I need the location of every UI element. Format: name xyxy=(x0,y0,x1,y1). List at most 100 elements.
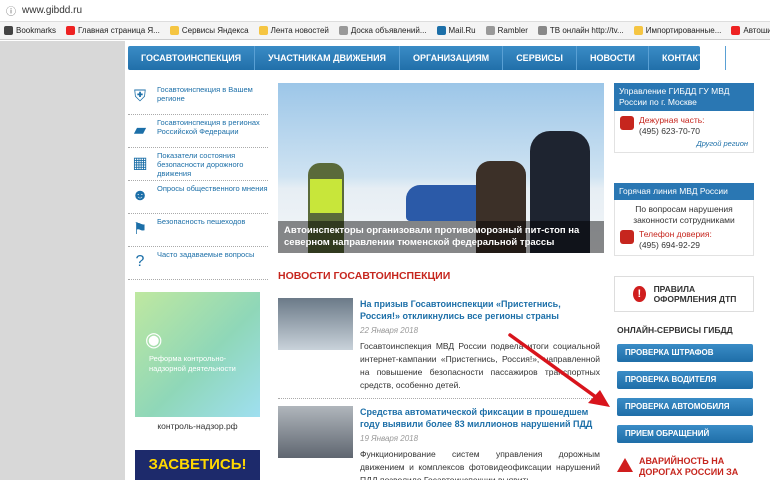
sidebar-item[interactable]: ⚑ Безопасность пешеходов xyxy=(128,214,268,247)
sidebar-item[interactable]: ▦ Показатели состояния безопасности дорож… xyxy=(128,148,268,181)
hero-officer-vest xyxy=(310,179,342,213)
bookmark-icon xyxy=(633,26,643,35)
moscow-contacts-heading[interactable]: Управление ГИБДД ГУ МВД России по г. Мос… xyxy=(614,83,754,111)
warning-triangle-icon xyxy=(617,458,633,472)
appeals-button[interactable]: ПРИЕМ ОБРАЩЕНИЙ xyxy=(617,425,753,443)
check-vehicle-button[interactable]: ПРОВЕРКА АВТОМОБИЛЯ xyxy=(617,398,753,416)
hotline-heading[interactable]: Горячая линия МВД России xyxy=(614,183,754,200)
bookmark-label: Главная страница Я... xyxy=(78,26,160,35)
duty-phone: (495) 623-70-70 xyxy=(639,126,700,136)
bookmark-item[interactable]: Rambler xyxy=(485,26,528,35)
check-driver-button[interactable]: ПРОВЕРКА ВОДИТЕЛЯ xyxy=(617,371,753,389)
sidebar-item-label: Госавтоинспекция в регионах Российской Ф… xyxy=(157,118,260,136)
bookmark-item[interactable]: ТВ онлайн http://tv... xyxy=(537,26,624,35)
bookmark-icon xyxy=(731,26,741,35)
people-icon: ☻ xyxy=(131,187,149,204)
check-fines-button[interactable]: ПРОВЕРКА ШТРАФОВ xyxy=(617,344,753,362)
news-date: 22 Января 2018 xyxy=(360,326,419,335)
news-title[interactable]: Средства автоматической фиксации в проше… xyxy=(360,406,600,430)
bookmark-label: Автошины | Кули... xyxy=(743,26,770,35)
accident-rules-label: ПРАВИЛА ОФОРМЛЕНИЯ ДТП xyxy=(653,284,737,304)
bookmark-label: Лента новостей xyxy=(270,26,329,35)
nav-item[interactable]: НОВОСТИ xyxy=(577,46,650,70)
bookmark-item[interactable]: Сервисы Яндекса xyxy=(169,26,249,35)
phone-icon xyxy=(620,230,634,244)
question-icon: ? xyxy=(135,253,145,270)
accident-stats-block[interactable]: АВАРИЙНОСТЬ НА ДОРОГАХ РОССИИ ЗА xyxy=(617,456,759,478)
bookmark-item[interactable]: Автошины | Кули... xyxy=(731,26,770,35)
stats-icon: ▦ xyxy=(132,155,148,172)
news-item: Средства автоматической фиксации в проше… xyxy=(278,406,600,480)
bookmark-icon xyxy=(338,26,348,35)
bookmark-label: Доска объявлений... xyxy=(350,26,427,35)
news-date: 19 Января 2018 xyxy=(360,434,419,443)
news-thumbnail[interactable] xyxy=(278,298,353,350)
bookmark-item[interactable]: Главная страница Я... xyxy=(66,26,160,35)
bookmark-icon xyxy=(66,26,76,35)
sidebar-item[interactable]: ? Часто задаваемые вопросы xyxy=(128,247,268,280)
url-text[interactable]: www.gibdd.ru xyxy=(22,5,82,16)
sidebar-item-label: Показатели состояния безопасности дорожн… xyxy=(157,151,244,178)
accident-stats-label: АВАРИЙНОСТЬ НА ДОРОГАХ РОССИИ ЗА xyxy=(639,456,739,477)
news-body: Госавтоинспекция МВД России подвела итог… xyxy=(360,341,600,390)
bookmark-label: Импортированные... xyxy=(645,26,722,35)
promo-banner-reform[interactable]: ◉ Реформа контрольно-надзорной деятельно… xyxy=(135,292,260,417)
sidebar-item-label: Госавтоинспекция в Вашем регионе xyxy=(157,85,253,103)
alert-icon: ! xyxy=(633,286,646,302)
news-title[interactable]: На призыв Госавтоинспекции «Пристегнись,… xyxy=(360,298,600,322)
bookmark-item[interactable]: Доска объявлений... xyxy=(338,26,427,35)
moscow-contacts-block: Управление ГИБДД ГУ МВД России по г. Мос… xyxy=(614,83,754,153)
other-region-link[interactable]: Другой регион xyxy=(620,139,748,148)
nav-item[interactable]: КОНТАКТЫ xyxy=(649,46,727,70)
eye-icon: ◉ xyxy=(145,329,163,351)
hotline-text: По вопросам нарушения законности сотрудн… xyxy=(633,204,735,225)
news-body: Функционирование систем управления дорож… xyxy=(360,449,600,480)
news-section-heading: НОВОСТИ ГОСАВТОИНСПЕКЦИИ xyxy=(278,270,451,282)
star-icon xyxy=(4,26,13,35)
russia-map-icon: ▰ xyxy=(133,122,147,139)
sidebar-item[interactable]: ▰ Госавтоинспекция в регионах Российской … xyxy=(128,115,268,148)
news-item: На призыв Госавтоинспекции «Пристегнись,… xyxy=(278,298,600,398)
bookmark-item[interactable]: Mail.Ru xyxy=(436,26,476,35)
nav-item[interactable]: ОРГАНИЗАЦИЯМ xyxy=(400,46,504,70)
hero-caption[interactable]: Автоинспекторы организовали противомороз… xyxy=(278,221,604,253)
phone-icon xyxy=(620,116,634,130)
duty-label: Дежурная часть: xyxy=(639,115,705,125)
accident-rules-button[interactable]: ! ПРАВИЛА ОФОРМЛЕНИЯ ДТП xyxy=(614,276,754,312)
promo-banner-zasvetis[interactable]: ЗАСВЕТИСЬ! xyxy=(135,450,260,480)
news-divider xyxy=(278,398,598,399)
left-sidebar: ⛨ Госавтоинспекция в Вашем регионе ▰ Госавт… xyxy=(128,82,268,280)
sidebar-item-label: Часто задаваемые вопросы xyxy=(157,250,255,259)
sidebar-item[interactable]: ⛨ Госавтоинспекция в Вашем регионе xyxy=(128,82,268,115)
emblem-icon: ⛨ xyxy=(133,88,146,105)
trust-phone: (495) 694-92-29 xyxy=(639,240,700,250)
news-thumbnail[interactable] xyxy=(278,406,353,458)
bookmark-icon xyxy=(537,26,547,35)
pedestrian-icon: ⚑ xyxy=(132,221,148,238)
sidebar-item-label: Опросы общественного мнения xyxy=(157,184,268,193)
info-icon[interactable]: ⓘ xyxy=(6,3,16,18)
bookmark-label: Mail.Ru xyxy=(448,26,476,35)
address-bar[interactable]: ⓘ www.gibdd.ru xyxy=(0,0,770,22)
bookmark-item[interactable]: Bookmarks xyxy=(4,26,56,35)
bookmark-label: Bookmarks xyxy=(16,26,57,35)
nav-item[interactable]: УЧАСТНИКАМ ДВИЖЕНИЯ xyxy=(255,46,401,70)
bookmark-label: Сервисы Яндекса xyxy=(181,26,249,35)
bookmark-icon xyxy=(436,26,446,35)
hero-news-image[interactable]: Автоинспекторы организовали противомороз… xyxy=(278,83,604,253)
bookmark-item[interactable]: Лента новостей xyxy=(258,26,329,35)
bookmark-icon xyxy=(169,26,179,35)
online-services-heading: ОНЛАЙН-СЕРВИСЫ ГИБДД xyxy=(617,325,733,335)
promo-caption[interactable]: контроль-надзор.рф xyxy=(135,421,260,431)
bookmarks-bar: Bookmarks Главная страница Я... Сервисы Ян… xyxy=(0,22,770,40)
sidebar-item[interactable]: ☻ Опросы общественного мнения xyxy=(128,181,268,214)
bookmark-label: ТВ онлайн http://tv... xyxy=(549,26,624,35)
bookmark-icon xyxy=(485,26,495,35)
nav-item[interactable]: СЕРВИСЫ xyxy=(503,46,577,70)
trust-label: Телефон доверия: xyxy=(639,229,712,239)
nav-item[interactable]: ГОСАВТОИНСПЕКЦИЯ xyxy=(128,46,256,70)
bookmark-label: Rambler xyxy=(497,26,528,35)
promo-text: Реформа контрольно-надзорной деятельност… xyxy=(149,354,236,373)
bookmark-item[interactable]: Импортированные... xyxy=(633,26,722,35)
sidebar-item-label: Безопасность пешеходов xyxy=(157,217,246,226)
